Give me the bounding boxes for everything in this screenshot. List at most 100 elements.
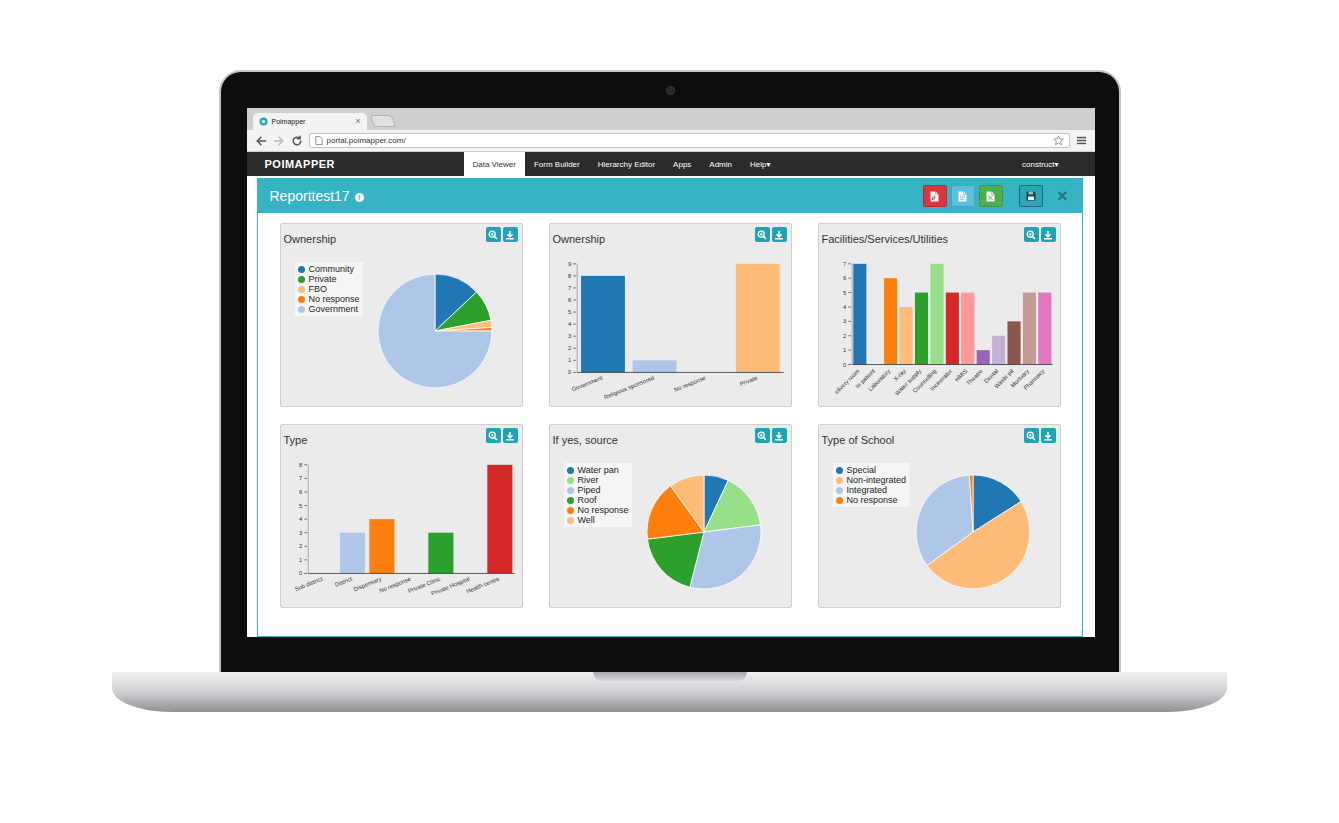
bar[interactable]	[945, 293, 958, 365]
bar[interactable]	[899, 307, 912, 365]
reload-button[interactable]	[291, 135, 303, 147]
bar[interactable]	[581, 276, 625, 373]
nav-item[interactable]: Admin	[700, 152, 741, 176]
new-tab-button[interactable]	[369, 115, 395, 127]
bar[interactable]	[369, 519, 394, 573]
back-button[interactable]	[255, 135, 267, 147]
logo[interactable]: POIMAPPER	[247, 152, 464, 176]
svg-text:0: 0	[842, 362, 846, 368]
pie-slice[interactable]	[435, 320, 492, 331]
y-tick: 7	[567, 285, 575, 291]
legend-item[interactable]: Community	[298, 264, 360, 274]
address-field[interactable]: portal.poimapper.com/	[309, 133, 1070, 148]
legend-item[interactable]: Water pan	[567, 465, 629, 475]
bar[interactable]	[632, 360, 676, 372]
bar[interactable]	[961, 293, 974, 365]
browser-tab[interactable]: Poimapper×	[253, 113, 367, 130]
bar[interactable]	[339, 533, 364, 574]
bar[interactable]	[914, 293, 927, 365]
lid-bottom	[247, 637, 1095, 672]
bar[interactable]	[487, 465, 512, 574]
zoom-button[interactable]	[755, 227, 770, 242]
svg-text:5: 5	[842, 290, 846, 296]
zoom-button[interactable]	[1024, 227, 1039, 242]
legend-dot-icon	[836, 477, 843, 484]
nav-item[interactable]: Data Viewer	[464, 152, 525, 176]
export-doc-button[interactable]	[951, 185, 975, 207]
y-axis	[576, 264, 577, 373]
pie-slice[interactable]	[435, 292, 491, 331]
legend-item[interactable]: Government	[298, 304, 360, 314]
zoom-button[interactable]	[755, 428, 770, 443]
bar[interactable]	[1038, 293, 1051, 365]
chart-tools	[486, 425, 518, 443]
legend-item[interactable]: River	[567, 475, 629, 485]
pie-slice[interactable]	[916, 475, 973, 565]
bar[interactable]	[428, 533, 453, 574]
nav-item[interactable]: Hierarchy Editor	[589, 152, 664, 176]
pie-slice[interactable]	[435, 327, 492, 331]
pie-slice[interactable]	[969, 475, 973, 532]
svg-text:9: 9	[567, 261, 570, 267]
pdf-file-icon	[930, 191, 939, 202]
legend-dot-icon	[567, 487, 574, 494]
legend-item[interactable]: FBO	[298, 284, 360, 294]
bar[interactable]	[930, 264, 943, 365]
legend-item[interactable]: Integrated	[836, 485, 907, 495]
pie-slice[interactable]	[670, 475, 704, 532]
close-button[interactable]: ×	[1055, 187, 1070, 205]
star-icon[interactable]	[1053, 135, 1064, 146]
download-button[interactable]	[1041, 428, 1056, 443]
bar[interactable]	[884, 278, 897, 364]
pie-slice[interactable]	[378, 274, 492, 388]
zoom-icon	[488, 230, 498, 240]
legend-item[interactable]: No response	[298, 294, 360, 304]
download-button[interactable]	[1041, 227, 1056, 242]
legend-item[interactable]: Roof	[567, 495, 629, 505]
bar[interactable]	[976, 350, 989, 364]
legend-label: Private	[309, 274, 337, 284]
zoom-icon	[757, 230, 767, 240]
pie-slice[interactable]	[647, 532, 704, 587]
export-pdf-button[interactable]	[923, 185, 947, 207]
legend-item[interactable]: No response	[836, 495, 907, 505]
download-button[interactable]	[503, 227, 518, 242]
info-icon[interactable]: i	[355, 193, 364, 202]
nav-item[interactable]: Apps	[664, 152, 700, 176]
bar[interactable]	[1022, 293, 1035, 365]
zoom-button[interactable]	[486, 428, 501, 443]
legend-item[interactable]: Well	[567, 515, 629, 525]
legend-item[interactable]: Piped	[567, 485, 629, 495]
tab-close[interactable]: ×	[355, 117, 360, 126]
user-menu[interactable]: construct▾	[1022, 152, 1094, 176]
bar[interactable]	[1007, 321, 1020, 364]
zoom-button[interactable]	[486, 227, 501, 242]
download-button[interactable]	[772, 428, 787, 443]
save-button[interactable]	[1019, 185, 1043, 207]
chart-card: If yes, sourceWater panRiverPipedRoofNo …	[549, 424, 792, 608]
pie-slice[interactable]	[704, 480, 761, 532]
export-xls-button[interactable]	[979, 185, 1003, 207]
bar[interactable]	[992, 336, 1005, 365]
chart-title: Type of School	[822, 425, 895, 446]
bar[interactable]	[853, 264, 866, 365]
legend-item[interactable]: Non-integrated	[836, 475, 907, 485]
legend-item[interactable]: Special	[836, 465, 907, 475]
forward-button[interactable]	[273, 135, 285, 147]
legend-label: FBO	[309, 284, 328, 294]
download-button[interactable]	[772, 227, 787, 242]
svg-text:1: 1	[567, 357, 570, 363]
legend-item[interactable]: Private	[298, 274, 360, 284]
x-label: Laboratory	[867, 368, 891, 392]
bar[interactable]	[735, 264, 779, 373]
svg-text:3: 3	[567, 333, 571, 339]
svg-text:3: 3	[298, 530, 302, 536]
menu-icon[interactable]	[1076, 135, 1087, 146]
download-icon	[774, 230, 784, 240]
download-button[interactable]	[503, 428, 518, 443]
legend-item[interactable]: No response	[567, 505, 629, 515]
nav-item[interactable]: Form Builder	[525, 152, 589, 176]
nav-item[interactable]: Help▾	[741, 152, 779, 176]
y-tick: 1	[842, 347, 850, 353]
zoom-button[interactable]	[1024, 428, 1039, 443]
